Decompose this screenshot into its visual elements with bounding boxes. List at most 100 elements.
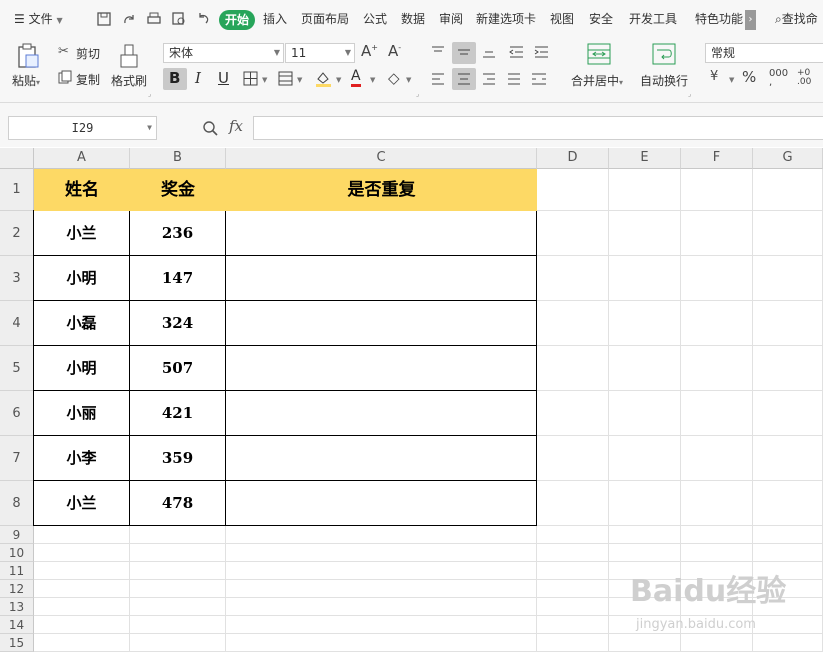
column-header[interactable]: G bbox=[753, 148, 823, 169]
file-menu[interactable]: ☰ 文件 ▼ bbox=[14, 0, 63, 38]
format-painter-icon[interactable] bbox=[118, 43, 140, 69]
font-color-icon[interactable]: A bbox=[351, 68, 361, 87]
increase-decimal-icon[interactable]: +0.00 bbox=[797, 69, 811, 87]
increase-indent-icon[interactable] bbox=[534, 46, 549, 58]
row-header[interactable]: 9 bbox=[0, 526, 34, 544]
print-preview-icon[interactable] bbox=[171, 11, 187, 27]
column-header[interactable]: F bbox=[681, 148, 753, 169]
italic-icon[interactable]: I bbox=[195, 69, 201, 87]
row-header[interactable]: 10 bbox=[0, 544, 34, 562]
row-header[interactable]: 6 bbox=[0, 391, 34, 436]
row-header[interactable]: 2 bbox=[0, 211, 34, 256]
duplicate-check-cell[interactable] bbox=[226, 481, 537, 526]
tab-formulas[interactable]: 公式 bbox=[363, 0, 387, 38]
bonus-cell[interactable]: 147 bbox=[130, 256, 226, 301]
save-icon[interactable] bbox=[96, 11, 112, 27]
row-header[interactable]: 8 bbox=[0, 481, 34, 526]
select-all-corner[interactable] bbox=[0, 148, 34, 169]
merge-center-button[interactable]: 合并居中▾ bbox=[571, 72, 623, 89]
bonus-cell[interactable]: 359 bbox=[130, 436, 226, 481]
row-header[interactable]: 4 bbox=[0, 301, 34, 346]
tab-data[interactable]: 数据 bbox=[401, 0, 425, 38]
tab-developer[interactable]: 开发工具 bbox=[629, 0, 677, 38]
formula-input[interactable] bbox=[253, 116, 823, 140]
bonus-cell[interactable]: 236 bbox=[130, 211, 226, 256]
name-cell[interactable]: 小丽 bbox=[34, 391, 130, 436]
row-header[interactable]: 11 bbox=[0, 562, 34, 580]
tab-page-layout[interactable]: 页面布局 bbox=[301, 0, 349, 38]
redo-icon[interactable] bbox=[121, 11, 137, 27]
percent-format-icon[interactable]: % bbox=[742, 68, 756, 86]
align-left-icon[interactable] bbox=[431, 73, 445, 85]
tab-insert[interactable]: 插入 bbox=[263, 0, 287, 38]
align-right-icon[interactable] bbox=[482, 73, 496, 85]
undo-icon[interactable] bbox=[196, 11, 212, 27]
decrease-font-size-icon[interactable]: A- bbox=[388, 42, 401, 60]
decrease-indent-icon[interactable] bbox=[509, 46, 524, 58]
duplicate-check-cell[interactable] bbox=[226, 346, 537, 391]
borders-icon[interactable] bbox=[243, 71, 258, 86]
number-format-select[interactable]: 常规 bbox=[705, 43, 823, 63]
column-header[interactable]: C bbox=[226, 148, 537, 169]
row-header[interactable]: 15 bbox=[0, 634, 34, 652]
paste-icon[interactable] bbox=[16, 43, 40, 69]
font-dialog-launcher-icon[interactable]: ⌟ bbox=[416, 90, 419, 98]
column-header[interactable]: A bbox=[34, 148, 130, 169]
fill-color-icon[interactable] bbox=[315, 70, 332, 87]
merge-center-icon[interactable] bbox=[587, 43, 611, 65]
align-bottom-icon[interactable] bbox=[482, 46, 496, 58]
name-cell[interactable]: 小兰 bbox=[34, 211, 130, 256]
underline-icon[interactable]: U bbox=[218, 69, 229, 87]
tab-security[interactable]: 安全 bbox=[589, 0, 613, 38]
name-cell[interactable]: 小兰 bbox=[34, 481, 130, 526]
name-box[interactable]: I29 ▼ bbox=[8, 116, 157, 140]
bonus-cell[interactable]: 324 bbox=[130, 301, 226, 346]
increase-font-size-icon[interactable]: A+ bbox=[361, 42, 378, 60]
duplicate-check-cell[interactable] bbox=[226, 301, 537, 346]
column-header[interactable]: B bbox=[130, 148, 226, 169]
row-header[interactable]: 5 bbox=[0, 346, 34, 391]
tab-scroll-right-icon[interactable]: › bbox=[745, 10, 756, 30]
clear-format-icon[interactable]: ◇ bbox=[388, 69, 400, 87]
tab-new-tab[interactable]: 新建选项卡 bbox=[476, 0, 536, 38]
bonus-cell[interactable]: 421 bbox=[130, 391, 226, 436]
duplicate-check-cell[interactable] bbox=[226, 391, 537, 436]
name-cell[interactable]: 小明 bbox=[34, 256, 130, 301]
print-icon[interactable] bbox=[146, 11, 162, 27]
wrap-text-button[interactable]: 自动换行 bbox=[640, 72, 688, 89]
format-painter-button[interactable]: 格式刷 bbox=[111, 72, 147, 89]
name-cell[interactable]: 小明 bbox=[34, 346, 130, 391]
font-size-select[interactable]: 11 ▼ bbox=[285, 43, 355, 63]
paste-button[interactable]: 粘贴▾ bbox=[12, 72, 40, 89]
row-header[interactable]: 14 bbox=[0, 616, 34, 634]
name-cell[interactable]: 小李 bbox=[34, 436, 130, 481]
bonus-cell[interactable]: 478 bbox=[130, 481, 226, 526]
search-command[interactable]: ⌕查找命 bbox=[775, 0, 818, 38]
thousands-separator-icon[interactable]: 000, bbox=[769, 69, 788, 88]
duplicate-check-cell[interactable] bbox=[226, 436, 537, 481]
cut-button[interactable]: 剪切 bbox=[76, 45, 100, 62]
row-header[interactable]: 13 bbox=[0, 598, 34, 616]
alignment-dialog-launcher-icon[interactable]: ⌟ bbox=[688, 90, 691, 98]
bonus-cell[interactable]: 507 bbox=[130, 346, 226, 391]
name-cell[interactable]: 小磊 bbox=[34, 301, 130, 346]
table-header-cell[interactable]: 是否重复 bbox=[226, 169, 537, 211]
tab-special-features[interactable]: 特色功能 bbox=[695, 0, 743, 38]
currency-format-icon[interactable]: ¥ bbox=[710, 69, 718, 84]
distributed-align-icon[interactable] bbox=[531, 73, 547, 85]
clipboard-dialog-launcher-icon[interactable]: ⌟ bbox=[148, 90, 151, 98]
tab-review[interactable]: 审阅 bbox=[439, 0, 463, 38]
duplicate-check-cell[interactable] bbox=[226, 256, 537, 301]
column-header[interactable]: E bbox=[609, 148, 681, 169]
table-header-cell[interactable]: 奖金 bbox=[130, 169, 226, 211]
duplicate-check-cell[interactable] bbox=[226, 211, 537, 256]
align-top-icon[interactable] bbox=[431, 46, 445, 58]
tab-view[interactable]: 视图 bbox=[550, 0, 574, 38]
zoom-magnifier-icon[interactable] bbox=[202, 120, 218, 136]
row-header[interactable]: 3 bbox=[0, 256, 34, 301]
row-header[interactable]: 12 bbox=[0, 580, 34, 598]
row-header[interactable]: 1 bbox=[0, 169, 34, 211]
cell-style-icon[interactable] bbox=[278, 71, 293, 86]
row-header[interactable]: 7 bbox=[0, 436, 34, 481]
font-name-select[interactable]: 宋体 ▼ bbox=[163, 43, 284, 63]
